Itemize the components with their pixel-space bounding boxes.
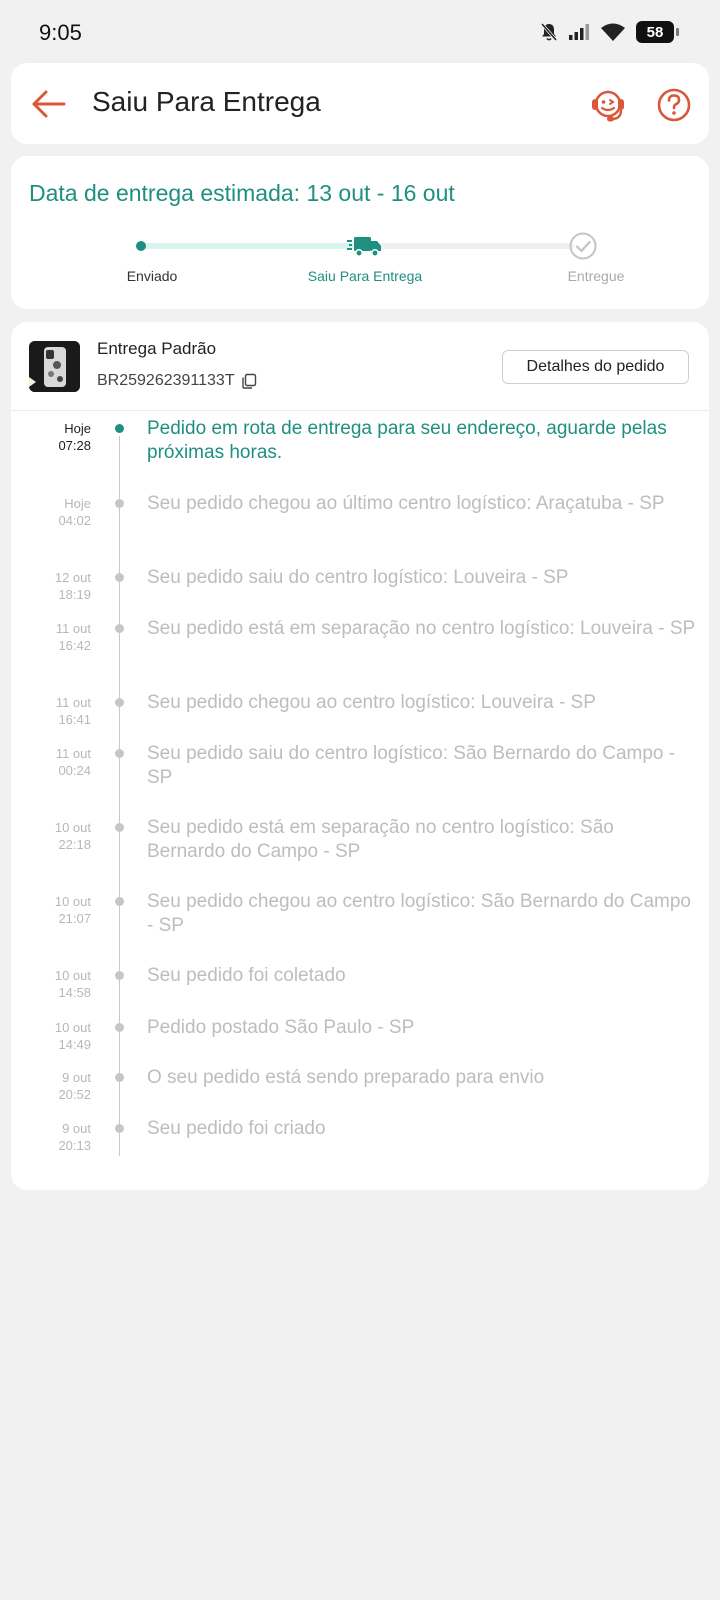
step-label-saiu-para-entrega: Saiu Para Entrega: [307, 268, 423, 284]
event-dot: [115, 698, 124, 707]
event-time: 18:19: [58, 587, 91, 602]
tracking-code: BR259262391133T: [97, 372, 235, 389]
event-time: 21:07: [58, 911, 91, 926]
delivery-truck-icon: [347, 237, 381, 257]
event-text: Seu pedido foi coletado: [147, 965, 346, 986]
status-icons: 58: [540, 20, 679, 44]
event-date: 10 out: [54, 968, 91, 983]
event-dot: [115, 624, 124, 633]
event-date: 9 out: [62, 1070, 91, 1085]
copy-icon[interactable]: [241, 373, 257, 389]
event-dot: [115, 823, 124, 832]
help-button[interactable]: [654, 85, 694, 125]
event-date: 10 out: [54, 894, 91, 909]
event-dot: [115, 1124, 124, 1133]
event-dot: [115, 1023, 124, 1032]
event-time: 20:13: [58, 1138, 91, 1153]
event-time: 16:41: [58, 712, 91, 727]
event-dot: [115, 749, 124, 758]
event-date: 10 out: [54, 1020, 91, 1035]
event-text: Seu pedido chegou ao último centro logís…: [147, 493, 665, 514]
event-dot: [115, 499, 124, 508]
event-dot: [115, 1073, 124, 1082]
order-details-button[interactable]: Detalhes do pedido: [502, 350, 689, 384]
event-time: 04:02: [58, 513, 91, 528]
event-text: Seu pedido chegou ao centro logístico: S…: [147, 891, 691, 936]
support-agent-icon: [592, 90, 624, 122]
event-text: Seu pedido foi criado: [147, 1118, 326, 1139]
event-text: Seu pedido chegou ao centro logístico: L…: [147, 692, 596, 713]
back-button[interactable]: [27, 83, 69, 125]
help-icon: [657, 88, 691, 122]
battery-level: 58: [646, 23, 664, 41]
status-time: 9:05: [39, 20, 82, 45]
event-dot: [115, 573, 124, 582]
divider: [11, 410, 709, 411]
step-label-enviado: Enviado: [126, 268, 178, 284]
event-text: O seu pedido está sendo preparado para e…: [147, 1067, 545, 1088]
estimated-delivery: Data de entrega estimada: 13 out - 16 ou…: [29, 180, 455, 206]
event-dot: [115, 971, 124, 980]
delivered-check-icon: [569, 232, 597, 260]
signal-icon: [569, 24, 589, 40]
event-date: 12 out: [54, 570, 91, 585]
status-bar: 9:05 58: [0, 0, 720, 62]
tracking-code-row: BR259262391133T: [97, 372, 257, 390]
step-dot-enviado: [136, 241, 146, 251]
header-bar: Saiu Para Entrega: [11, 63, 709, 144]
event-text: Seu pedido saiu do centro logístico: Lou…: [147, 567, 569, 588]
wifi-icon: [601, 23, 625, 41]
support-button[interactable]: [588, 85, 628, 125]
event-text: Seu pedido está em separação no centro l…: [147, 817, 614, 862]
event-time: 00:24: [58, 763, 91, 778]
event-time: 14:58: [58, 985, 91, 1000]
step-label-entregue: Entregue: [567, 268, 625, 284]
event-dot: [115, 424, 124, 433]
event-time: 22:18: [58, 837, 91, 852]
tracking-timeline-card: Entrega Padrão BR259262391133T Detalhes …: [11, 322, 709, 1190]
event-time: 20:52: [58, 1087, 91, 1102]
back-arrow-icon: [32, 90, 66, 118]
delivery-progress-card: Data de entrega estimada: 13 out - 16 ou…: [11, 156, 709, 309]
event-date: 11 out: [55, 695, 91, 710]
event-text: Seu pedido saiu do centro logístico: São…: [147, 743, 676, 788]
event-time: 07:28: [58, 438, 91, 453]
progress-fill: [141, 243, 363, 249]
battery-icon: 58: [636, 21, 679, 43]
page-title: Saiu Para Entrega: [92, 86, 321, 117]
event-date: 11 out: [55, 746, 91, 761]
event-dot: [115, 897, 124, 906]
mute-icon: [540, 23, 558, 41]
event-text: Pedido postado São Paulo - SP: [147, 1017, 415, 1038]
event-time: 16:42: [58, 638, 91, 653]
event-date: 10 out: [54, 820, 91, 835]
event-text: Pedido em rota de entrega para seu ender…: [147, 418, 667, 463]
event-date: 9 out: [62, 1121, 91, 1136]
event-date: Hoje: [64, 496, 91, 511]
event-date: Hoje: [64, 421, 91, 436]
event-time: 14:49: [58, 1037, 91, 1052]
event-date: 11 out: [55, 621, 91, 636]
shipping-method: Entrega Padrão: [97, 339, 217, 358]
product-thumbnail: [29, 341, 80, 392]
timeline-line: [119, 436, 120, 1156]
event-text: Seu pedido está em separação no centro l…: [147, 618, 696, 639]
